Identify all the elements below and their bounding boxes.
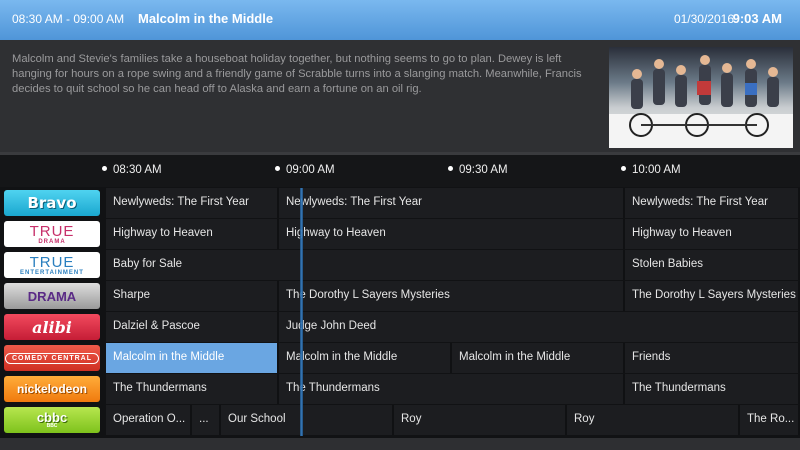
program-description: Malcolm and Stevie's families take a hou…: [12, 53, 582, 95]
cast-photo-icon: [609, 55, 793, 148]
timeline-tick-1000: 10:00 AM: [621, 164, 681, 176]
channel-logo-cbbc[interactable]: cbbc BBC: [4, 407, 100, 433]
program-cell[interactable]: Newlyweds: The First Year: [279, 188, 625, 218]
program-cell[interactable]: Sharpe: [106, 281, 279, 311]
epg-grid: Bravo Newlyweds: The First Year Newlywed…: [0, 188, 800, 438]
program-cell[interactable]: Our School: [221, 405, 394, 435]
program-cell[interactable]: Roy: [394, 405, 567, 435]
timeline-header: 08:30 AM 09:00 AM 09:30 AM 10:00 AM: [0, 155, 800, 187]
timeline-tick-0900: 09:00 AM: [275, 164, 335, 176]
program-title: Malcolm in the Middle: [138, 11, 274, 26]
channel-logo-comedy-central[interactable]: COMEDY CENTRAL: [4, 345, 100, 371]
program-cell[interactable]: Highway to Heaven: [625, 219, 800, 249]
program-cell[interactable]: The Thundermans: [279, 374, 625, 404]
channel-row-drama: DRAMA Sharpe The Dorothy L Sayers Myster…: [0, 281, 800, 311]
channel-row-comedy-central: COMEDY CENTRAL Malcolm in the Middle Mal…: [0, 343, 800, 373]
program-cell[interactable]: The Dorothy L Sayers Mysteries: [279, 281, 625, 311]
program-cell[interactable]: Newlyweds: The First Year: [625, 188, 800, 218]
time-slot: 08:30 AM - 09:00 AM: [12, 12, 125, 26]
program-cell[interactable]: Highway to Heaven: [279, 219, 625, 249]
channel-logo-true-drama[interactable]: TRUE DRAMA: [4, 221, 100, 247]
current-date: 01/30/2016: [673, 12, 734, 26]
program-cell[interactable]: ...: [192, 405, 221, 435]
timeline-tick-0930: 09:30 AM: [448, 164, 508, 176]
program-cell[interactable]: Highway to Heaven: [106, 219, 279, 249]
channel-logo-nickelodeon[interactable]: nickelodeon: [4, 376, 100, 402]
channel-row-cbbc: cbbc BBC Operation O... ... Our School R…: [0, 405, 800, 435]
channel-logo-bravo[interactable]: Bravo: [4, 190, 100, 216]
channel-logo-alibi[interactable]: alibi: [4, 314, 100, 340]
header-bar: 08:30 AM - 09:00 AM Malcolm in the Middl…: [0, 0, 800, 40]
channel-logo-drama[interactable]: DRAMA: [4, 283, 100, 309]
channel-logo-true-entertainment[interactable]: TRUE ENTERTAINMENT: [4, 252, 100, 278]
bottom-bar: [0, 438, 800, 450]
current-time-indicator: [300, 188, 303, 436]
program-cell[interactable]: Baby for Sale: [106, 250, 625, 280]
program-cell[interactable]: The Dorothy L Sayers Mysteries: [625, 281, 800, 311]
program-cell[interactable]: Operation O...: [106, 405, 192, 435]
program-cell[interactable]: Roy: [567, 405, 740, 435]
program-cell[interactable]: Dalziel & Pascoe: [106, 312, 279, 342]
channel-row-true-entertainment: TRUE ENTERTAINMENT Baby for Sale Stolen …: [0, 250, 800, 280]
program-cell[interactable]: The Thundermans: [625, 374, 800, 404]
program-cell-selected[interactable]: Malcolm in the Middle: [106, 343, 279, 373]
program-cell[interactable]: Judge John Deed: [279, 312, 800, 342]
current-time: 9:03 AM: [732, 11, 782, 26]
program-cell[interactable]: The Ro...: [740, 405, 800, 435]
program-cell[interactable]: Stolen Babies: [625, 250, 800, 280]
program-cell[interactable]: Newlyweds: The First Year: [106, 188, 279, 218]
program-cell[interactable]: Malcolm in the Middle: [279, 343, 452, 373]
channel-row-alibi: alibi Dalziel & Pascoe Judge John Deed: [0, 312, 800, 342]
program-cell[interactable]: The Thundermans: [106, 374, 279, 404]
channel-row-bravo: Bravo Newlyweds: The First Year Newlywed…: [0, 188, 800, 218]
program-cell[interactable]: Friends: [625, 343, 800, 373]
timeline-tick-0830: 08:30 AM: [102, 164, 162, 176]
channel-row-true-drama: TRUE DRAMA Highway to Heaven Highway to …: [0, 219, 800, 249]
program-cell[interactable]: Malcolm in the Middle: [452, 343, 625, 373]
program-thumbnail: [609, 47, 793, 148]
channel-row-nickelodeon: nickelodeon The Thundermans The Thunderm…: [0, 374, 800, 404]
